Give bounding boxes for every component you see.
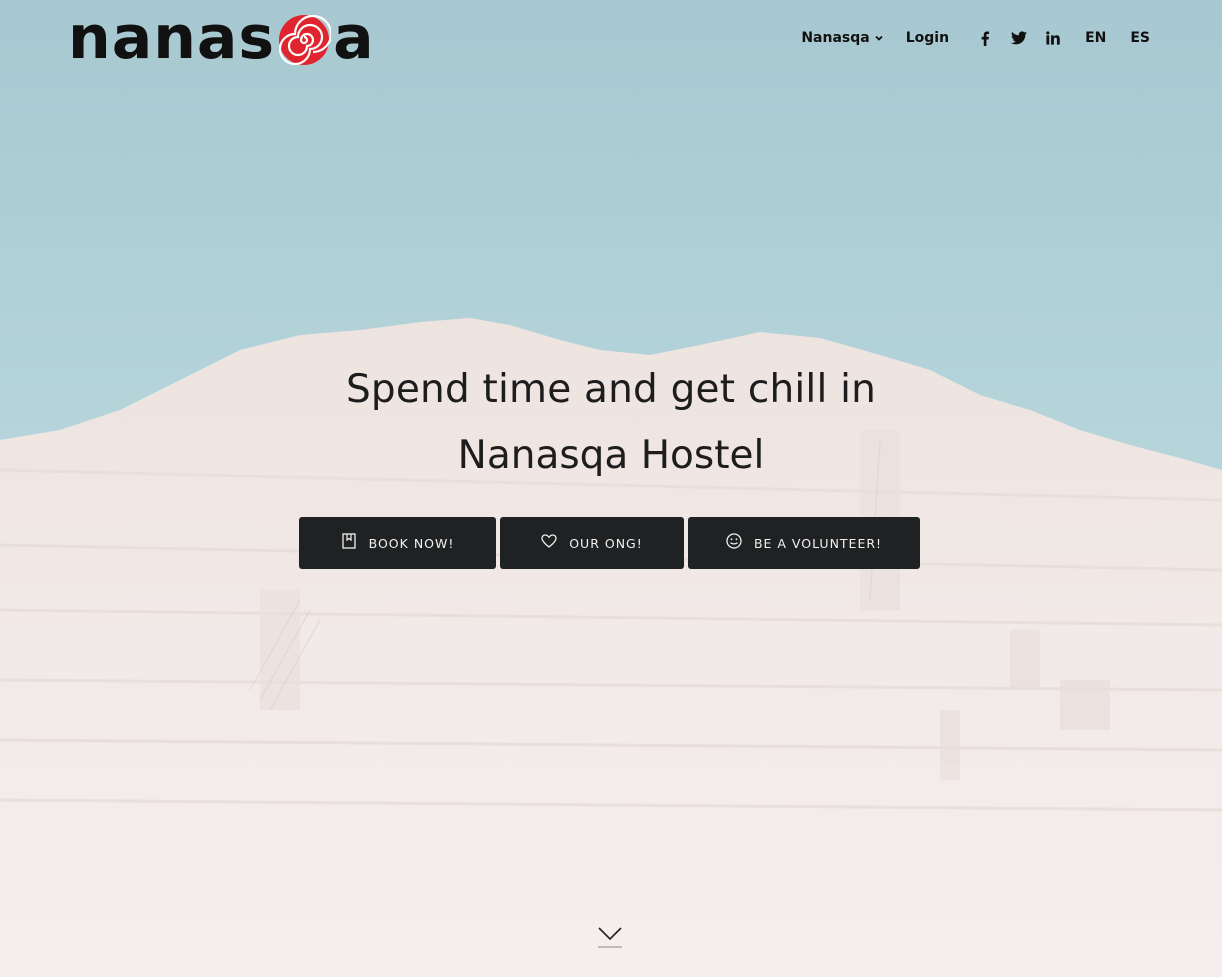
be-a-volunteer-button[interactable]: BE A VOLUNTEER!	[688, 517, 920, 569]
book-now-button[interactable]: BOOK NOW!	[299, 517, 496, 569]
lang-es[interactable]: ES	[1130, 30, 1150, 46]
lang-es-label: ES	[1130, 30, 1150, 46]
facebook-icon[interactable]	[977, 30, 993, 46]
logo-text-right: a	[333, 3, 375, 73]
nav-menu-label: Nanasqa	[801, 30, 870, 46]
nav-login-label: Login	[905, 30, 950, 46]
hero-background	[0, 0, 1222, 977]
cta-button-group: BOOK NOW! OUR ONG! BE A VOLUNTEER!	[299, 517, 920, 569]
site-logo[interactable]: nanas a	[68, 6, 375, 70]
twitter-icon[interactable]	[1011, 30, 1028, 46]
nav-login[interactable]: Login	[906, 30, 949, 46]
hero-headline: Spend time and get chill in Nanasqa Host…	[0, 360, 1222, 488]
hero-headline-line2: Nanasqa Hostel	[457, 433, 765, 478]
smiley-icon	[726, 533, 742, 549]
linkedin-icon[interactable]	[1045, 30, 1061, 46]
lang-en[interactable]: EN	[1085, 30, 1106, 46]
heart-icon	[541, 533, 557, 549]
be-a-volunteer-label: BE A VOLUNTEER!	[753, 535, 883, 551]
our-ong-button[interactable]: OUR ONG!	[500, 517, 684, 569]
top-nav: Nanasqa Login EN ES	[801, 26, 1150, 50]
lang-en-label: EN	[1085, 30, 1107, 46]
book-now-label: BOOK NOW!	[368, 535, 455, 551]
book-icon	[341, 533, 357, 549]
chevron-down-icon	[875, 35, 883, 41]
our-ong-label: OUR ONG!	[569, 535, 643, 551]
nav-menu-nanasqa[interactable]: Nanasqa	[801, 30, 883, 46]
hero-headline-line1: Spend time and get chill in	[345, 367, 877, 412]
chevron-down-icon[interactable]	[597, 924, 623, 950]
spiral-icon	[279, 14, 332, 66]
logo-text-left: nanas	[68, 3, 276, 73]
